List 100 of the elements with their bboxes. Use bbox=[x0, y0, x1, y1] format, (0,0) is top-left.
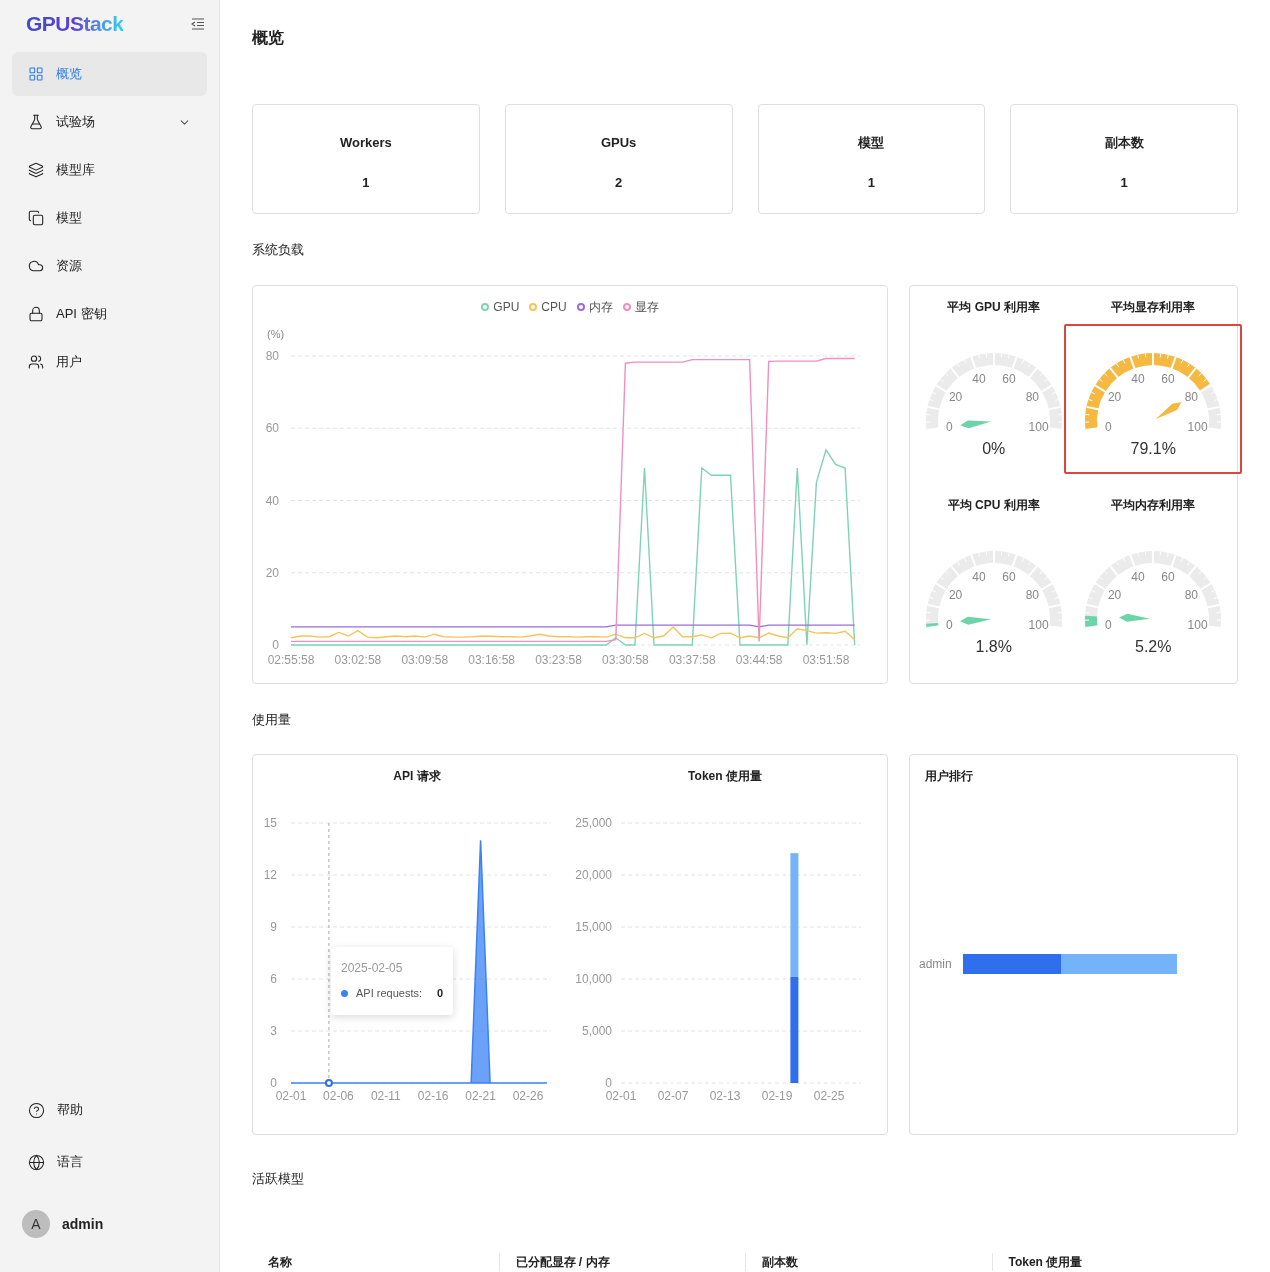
axis-label: 9 bbox=[270, 920, 277, 934]
axis-label: 02-13 bbox=[709, 1089, 741, 1103]
scale-label: 60 bbox=[1161, 569, 1175, 584]
scale-label: 80 bbox=[1025, 588, 1039, 603]
scale-label: 80 bbox=[1025, 390, 1039, 404]
scale-label: 20 bbox=[948, 390, 963, 404]
axis-label: 02:55:58 bbox=[267, 652, 315, 667]
axis-label: 25,000 bbox=[575, 816, 612, 830]
scale-label: 100 bbox=[1187, 419, 1208, 434]
tooltip-label: API requests: bbox=[356, 986, 424, 1001]
column-header[interactable]: 已分配显存 / 内存 bbox=[515, 1252, 610, 1271]
nav-item[interactable]: API 密钥 bbox=[12, 292, 207, 336]
scale-label: 100 bbox=[1028, 617, 1049, 632]
axis-label: 03:23:58 bbox=[535, 652, 582, 667]
axis-label: 02-01 bbox=[605, 1089, 637, 1103]
axis-label: 15,000 bbox=[575, 920, 612, 934]
scale-label: 20 bbox=[1108, 390, 1122, 404]
scale-label: 60 bbox=[1002, 371, 1016, 386]
page-title: 概览 bbox=[252, 28, 285, 46]
axis-label: 40 bbox=[265, 493, 279, 507]
stat-value: 1 bbox=[1120, 173, 1128, 192]
tooltip-value: 0 bbox=[436, 986, 443, 1001]
nav-item[interactable]: 概览 bbox=[12, 52, 207, 96]
axis-label: 02-25 bbox=[813, 1089, 845, 1103]
axis-label: 0 bbox=[270, 1076, 277, 1090]
axis-label: 02-01 bbox=[275, 1089, 307, 1103]
cloud-icon bbox=[28, 258, 44, 274]
axis-label: 02-16 bbox=[417, 1089, 449, 1103]
scale-label: 0 bbox=[945, 419, 953, 434]
gauge-reading: 0% bbox=[982, 438, 1006, 459]
stat-label: Workers bbox=[339, 134, 392, 152]
tooltip-date: 2025-02-05 bbox=[341, 960, 404, 977]
axis-label: 5,000 bbox=[581, 1024, 612, 1038]
axis-label: 12 bbox=[263, 868, 277, 882]
scale-label: 100 bbox=[1028, 419, 1049, 434]
axis-label: 20,000 bbox=[575, 868, 612, 882]
axis-label: 02-21 bbox=[465, 1089, 496, 1103]
gauge-reading: 1.8% bbox=[975, 637, 1012, 657]
axis-label: 60 bbox=[265, 420, 279, 435]
collapse-icon[interactable] bbox=[191, 18, 205, 30]
scale-label: 80 bbox=[1184, 390, 1199, 404]
card-title: 用户排行 bbox=[925, 768, 974, 785]
nav-item[interactable]: 语言 bbox=[12, 1140, 207, 1184]
nav-item[interactable]: 试验场 bbox=[12, 100, 207, 144]
stat-label: GPUs bbox=[600, 134, 637, 152]
scale-label: 60 bbox=[1161, 371, 1175, 386]
axis-label: 10,000 bbox=[575, 972, 612, 986]
users-icon bbox=[28, 354, 44, 370]
axis-label: 0 bbox=[605, 1076, 612, 1090]
axis-label: 02-19 bbox=[761, 1089, 793, 1103]
stat-value: 1 bbox=[867, 173, 875, 192]
scale-label: 40 bbox=[972, 569, 986, 584]
scale-label: 40 bbox=[972, 371, 986, 386]
scale-label: 20 bbox=[948, 588, 963, 603]
scale-label: 80 bbox=[1184, 588, 1199, 603]
stat-value: 2 bbox=[615, 173, 623, 192]
column-header[interactable]: 副本数 bbox=[762, 1252, 798, 1271]
grid-icon bbox=[28, 66, 44, 82]
axis-label: 6 bbox=[270, 972, 277, 986]
legend-item[interactable]: 显存 bbox=[622, 297, 659, 316]
globe-icon bbox=[28, 1153, 45, 1171]
legend-item[interactable]: CPU bbox=[529, 297, 567, 316]
axis-label: 20 bbox=[265, 565, 279, 580]
user-name[interactable]: admin bbox=[62, 1213, 104, 1235]
chart-title: API 请求 bbox=[392, 768, 441, 785]
lock-icon bbox=[28, 306, 44, 322]
axis-label: admin bbox=[919, 956, 953, 973]
scale-label: 40 bbox=[1131, 371, 1145, 386]
scale-label: 40 bbox=[1131, 569, 1145, 584]
gauge-reading: 79.1% bbox=[1130, 438, 1176, 459]
nav-item[interactable]: 模型库 bbox=[12, 148, 207, 192]
scale-label: 0 bbox=[945, 617, 953, 632]
scale-label: 60 bbox=[1002, 569, 1016, 584]
chart-title: Token 使用量 bbox=[688, 768, 763, 785]
legend-item[interactable]: 内存 bbox=[576, 297, 613, 316]
nav-item[interactable]: 模型 bbox=[12, 196, 207, 240]
section-title: 使用量 bbox=[252, 710, 292, 729]
axis-label: 03:37:58 bbox=[668, 652, 716, 667]
legend-item[interactable]: GPU bbox=[481, 297, 520, 316]
user-avatar[interactable]: A bbox=[22, 1210, 50, 1238]
gauge-title: 平均内存利用率 bbox=[1111, 497, 1196, 514]
axis-unit: (%) bbox=[267, 327, 285, 340]
axis-label: 02-26 bbox=[512, 1089, 544, 1103]
scale-label: 100 bbox=[1187, 617, 1208, 632]
column-header[interactable]: Token 使用量 bbox=[1008, 1252, 1083, 1271]
axis-label: 80 bbox=[265, 348, 279, 363]
axis-label: 02-07 bbox=[657, 1089, 689, 1103]
axis-label: 02-06 bbox=[323, 1089, 354, 1103]
scale-label: 0 bbox=[1105, 419, 1112, 434]
data-point bbox=[324, 1079, 333, 1087]
axis-label: 03:16:58 bbox=[468, 652, 515, 667]
gauge-reading: 5.2% bbox=[1135, 637, 1172, 657]
nav-item[interactable]: 资源 bbox=[12, 244, 207, 288]
scale-label: 20 bbox=[1108, 588, 1122, 603]
help-icon bbox=[28, 1101, 45, 1119]
axis-label: 3 bbox=[270, 1024, 277, 1038]
nav-item[interactable]: 帮助 bbox=[12, 1088, 207, 1132]
gauge-title: 平均 GPU 利用率 bbox=[947, 298, 1041, 316]
nav-item[interactable]: 用户 bbox=[12, 340, 207, 384]
column-header[interactable]: 名称 bbox=[268, 1252, 292, 1271]
